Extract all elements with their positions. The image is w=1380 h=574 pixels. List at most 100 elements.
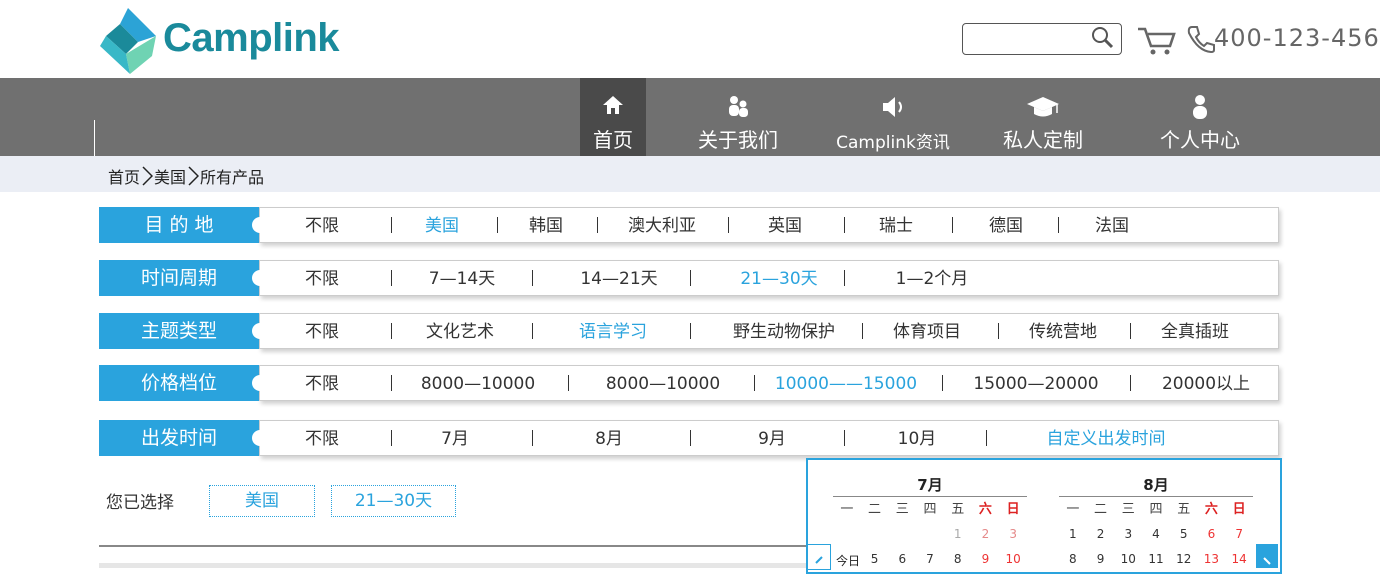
calendar-day[interactable]: 10 [1114, 547, 1142, 572]
filter-option[interactable]: 文化艺术 [426, 313, 494, 349]
chevron-right-icon [1263, 557, 1271, 565]
filter-option[interactable]: 瑞士 [879, 207, 913, 243]
divider [99, 563, 807, 568]
filter-option[interactable]: 语言学习 [579, 313, 647, 349]
calendar-day[interactable]: 11 [1142, 547, 1170, 572]
filter-option[interactable]: 自定义出发时间 [1047, 420, 1166, 456]
calendar-day[interactable]: 8 [944, 547, 972, 572]
calendar-day[interactable]: 12 [1170, 547, 1198, 572]
calendar-month-title: 8月 [1143, 476, 1169, 494]
calendar-weekday: 日 [1232, 502, 1246, 517]
filter-option[interactable]: 7月 [441, 420, 469, 456]
calendar-day[interactable]: 9 [1087, 547, 1115, 572]
calendar-day[interactable]: 2 [972, 522, 1000, 547]
calendar-month-title: 7月 [917, 476, 943, 494]
calendar-weekday: 三 [895, 502, 909, 517]
calendar-weekday: 四 [923, 502, 937, 517]
filter-option[interactable]: 韩国 [529, 207, 563, 243]
calendar-day[interactable]: 6 [1198, 522, 1226, 547]
filter-option[interactable]: 8月 [595, 420, 623, 456]
calendar-weekday: 五 [951, 502, 965, 517]
filter-label-notch [252, 323, 268, 339]
chevron-left-icon [815, 556, 823, 564]
calendar-day[interactable]: 6 [888, 547, 916, 572]
calendar-day[interactable]: 10 [999, 547, 1027, 572]
filter-option[interactable]: 德国 [989, 207, 1023, 243]
nav-label-custom: 私人定制 [1003, 128, 1083, 152]
filter-option[interactable]: 15000—20000 [973, 365, 1098, 401]
filter-row: 出发时间 不限 7月 8月 9月 10月 自定义出发时间 [99, 420, 1279, 456]
filter-separator [844, 217, 845, 233]
filter-option[interactable]: 澳大利亚 [628, 207, 696, 243]
chevron-right-icon [188, 166, 200, 186]
filter-label-notch [252, 375, 268, 391]
filter-options-box [259, 365, 1279, 401]
calendar-day[interactable]: 7 [916, 547, 944, 572]
calendar-day[interactable]: 5 [861, 547, 889, 572]
filter-option[interactable]: 10000——15000 [775, 365, 917, 401]
calendar-day[interactable]: 3 [1114, 522, 1142, 547]
cart-icon[interactable] [1136, 24, 1176, 56]
calendar-day[interactable]: 2 [1087, 522, 1115, 547]
nav-item-news[interactable]: Camplink资讯 [828, 78, 958, 156]
phone-number: 400-123-456 [1214, 24, 1380, 52]
home-icon [603, 96, 623, 114]
logo-text: Camplink [163, 16, 340, 60]
filter-option[interactable]: 法国 [1095, 207, 1129, 243]
calendar-day[interactable]: 14 [1225, 547, 1253, 572]
filter-option[interactable]: 传统营地 [1029, 313, 1097, 349]
nav-item-home[interactable]: 首页 [580, 78, 646, 156]
filter-label: 目 的 地 [99, 207, 259, 243]
filter-option[interactable]: 10月 [898, 420, 937, 456]
filter-option[interactable]: 不限 [305, 207, 339, 243]
calendar-day[interactable]: 3 [999, 522, 1027, 547]
filter-option[interactable]: 1—2个月 [896, 260, 969, 296]
nav-item-personal[interactable]: 个人中心 [1140, 78, 1260, 156]
filter-option[interactable]: 全真插班 [1161, 313, 1229, 349]
search-icon[interactable] [1090, 25, 1114, 49]
calendar-day[interactable]: 5 [1170, 522, 1198, 547]
calendar-prev-button[interactable] [807, 544, 831, 570]
breadcrumb-item-home[interactable]: 首页 [108, 164, 140, 188]
filter-option[interactable]: 8000—10000 [421, 365, 535, 401]
calendar-day[interactable]: 4 [1142, 522, 1170, 547]
selected-chip-destination[interactable]: 美国 [209, 485, 315, 517]
calendar-weekday: 日 [1006, 502, 1020, 517]
filter-option[interactable]: 体育项目 [893, 313, 961, 349]
calendar-today-label[interactable]: 今日 [836, 552, 860, 569]
filter-option[interactable]: 21—30天 [740, 260, 817, 296]
calendar-day[interactable]: 9 [972, 547, 1000, 572]
filter-option[interactable]: 不限 [305, 365, 339, 401]
filter-option[interactable]: 不限 [305, 420, 339, 456]
filter-option[interactable]: 不限 [305, 260, 339, 296]
filter-row: 目 的 地 不限 美国 韩国 澳大利亚 英国 瑞士 德国 法国 [99, 207, 1279, 243]
nav-item-about[interactable]: 关于我们 [678, 78, 798, 156]
calendar-day[interactable]: 1 [1059, 522, 1087, 547]
selected-chip-duration[interactable]: 21—30天 [331, 485, 456, 517]
filter-separator [690, 430, 691, 446]
filter-separator [568, 375, 569, 391]
nav-item-custom[interactable]: 私人定制 [988, 78, 1098, 156]
calendar-day[interactable]: 13 [1198, 547, 1226, 572]
filter-separator [690, 270, 691, 286]
filter-option[interactable]: 9月 [758, 420, 786, 456]
filter-option[interactable]: 20000以上 [1162, 365, 1250, 401]
filter-option[interactable]: 英国 [768, 207, 802, 243]
calendar-day[interactable]: 8 [1059, 547, 1087, 572]
filter-option[interactable]: 野生动物保护 [733, 313, 835, 349]
calendar-next-button[interactable] [1256, 544, 1278, 568]
filter-option[interactable]: 7—14天 [429, 260, 495, 296]
filter-separator [952, 217, 953, 233]
calendar-day [888, 522, 916, 547]
calendar-day[interactable]: 1 [944, 522, 972, 547]
filter-option[interactable]: 美国 [425, 207, 459, 243]
filter-option[interactable]: 8000—10000 [606, 365, 720, 401]
filter-option[interactable]: 不限 [305, 313, 339, 349]
breadcrumb-item-usa[interactable]: 美国 [154, 164, 186, 188]
filter-option[interactable]: 14—21天 [580, 260, 657, 296]
calendar-weekday: 二 [868, 502, 882, 517]
calendar-day [833, 522, 861, 547]
users-icon [729, 96, 748, 117]
calendar-day[interactable]: 7 [1225, 522, 1253, 547]
calendar-day [861, 522, 889, 547]
